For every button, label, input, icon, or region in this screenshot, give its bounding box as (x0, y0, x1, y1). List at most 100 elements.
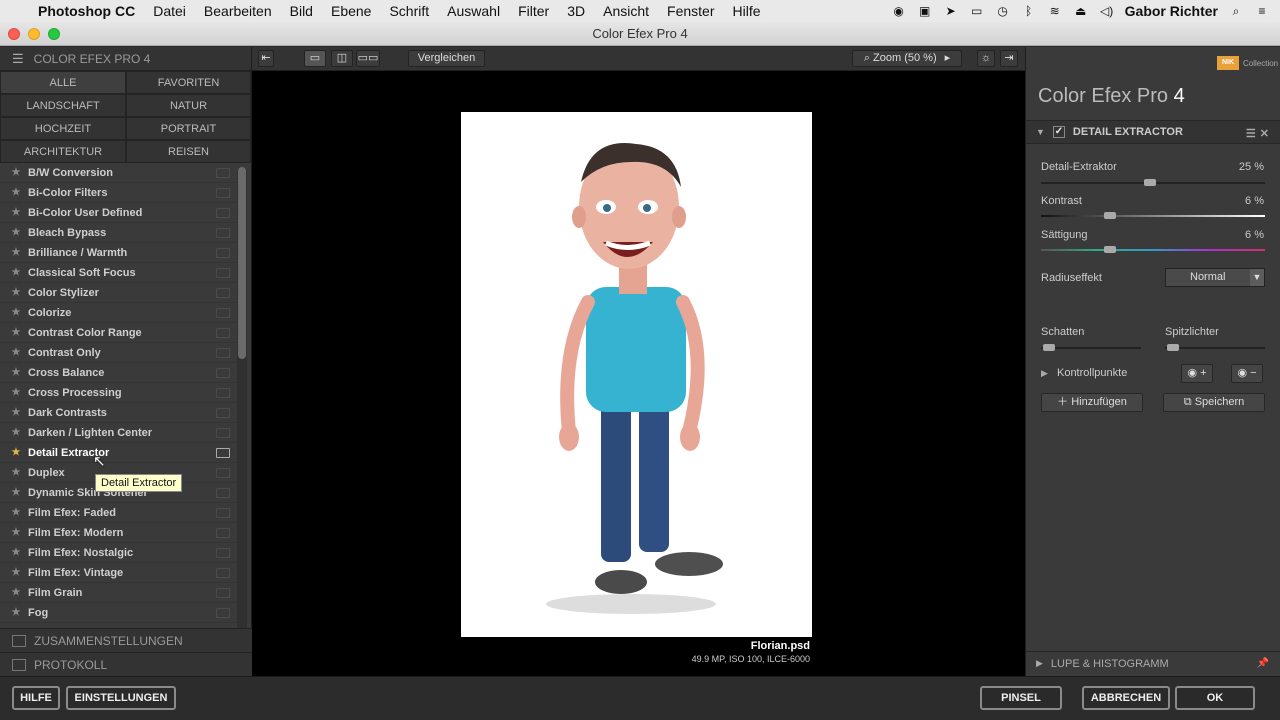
favorite-star-icon[interactable]: ★ (8, 507, 24, 518)
contrast-slider[interactable] (1041, 212, 1265, 219)
help-button[interactable]: HILFE (12, 686, 60, 710)
presets-icon[interactable] (216, 368, 230, 378)
filter-item[interactable]: ★ Color Stylizer (0, 283, 236, 303)
wifi-icon[interactable]: ≋ (1047, 4, 1063, 18)
detail-extractor-slider[interactable] (1041, 179, 1265, 186)
loupe-toggle-button[interactable]: ☼ (977, 50, 995, 67)
menu-3d[interactable]: 3D (558, 3, 594, 19)
presets-icon[interactable] (216, 608, 230, 618)
favorite-star-icon[interactable]: ★ (8, 227, 24, 238)
radius-dropdown[interactable]: Normal ▼ (1165, 268, 1265, 287)
menu-fenster[interactable]: Fenster (658, 3, 723, 19)
favorite-star-icon[interactable]: ★ (8, 587, 24, 598)
category-hochzeit[interactable]: HOCHZEIT (0, 117, 126, 140)
collapse-triangle-icon[interactable]: ▼ (1036, 127, 1045, 137)
favorite-star-icon[interactable]: ★ (8, 527, 24, 538)
battery-icon[interactable]: ▭ (969, 4, 985, 18)
menu-schrift[interactable]: Schrift (380, 3, 438, 19)
split-view-button[interactable]: ◫ (331, 50, 353, 67)
presets-icon[interactable] (216, 188, 230, 198)
brush-button[interactable]: PINSEL (980, 686, 1062, 710)
category-landschaft[interactable]: LANDSCHAFT (0, 94, 126, 117)
favorite-star-icon[interactable]: ★ (8, 387, 24, 398)
filter-item[interactable]: ★ Bleach Bypass (0, 223, 236, 243)
filter-item[interactable]: ★ Bi-Color User Defined (0, 203, 236, 223)
search-icon[interactable]: ⌕ (1228, 4, 1244, 18)
menu-list-icon[interactable]: ☰ (12, 51, 24, 67)
slider-knob[interactable] (1144, 179, 1156, 186)
add-controlpoint-button[interactable]: ◉ + (1181, 364, 1213, 383)
filter-item[interactable]: ★ Colorize (0, 303, 236, 323)
presets-icon[interactable] (216, 528, 230, 538)
presets-icon[interactable] (216, 228, 230, 238)
favorite-star-icon[interactable]: ★ (8, 347, 24, 358)
section-protokoll[interactable]: PROTOKOLL (0, 652, 252, 676)
menu-filter[interactable]: Filter (509, 3, 558, 19)
presets-icon[interactable] (216, 328, 230, 338)
presets-icon[interactable] (216, 408, 230, 418)
menu-ebene[interactable]: Ebene (322, 3, 380, 19)
favorite-star-icon[interactable]: ★ (8, 307, 24, 318)
filter-item[interactable]: ★ Cross Balance (0, 363, 236, 383)
favorite-star-icon[interactable]: ★ (8, 187, 24, 198)
category-reisen[interactable]: REISEN (126, 140, 251, 163)
bluetooth-icon[interactable]: ᛒ (1021, 4, 1037, 18)
favorite-star-icon[interactable]: ★ (8, 267, 24, 278)
favorite-star-icon[interactable]: ★ (8, 247, 24, 258)
favorite-star-icon[interactable]: ★ (8, 607, 24, 618)
filter-options-icons[interactable]: ☰✕ (1246, 127, 1273, 140)
presets-icon[interactable] (216, 508, 230, 518)
menu-user-name[interactable]: Gabor Richter (1125, 3, 1218, 19)
filter-item[interactable]: ★ Contrast Color Range (0, 323, 236, 343)
presets-icon[interactable] (216, 568, 230, 578)
menu-ansicht[interactable]: Ansicht (594, 3, 658, 19)
dashboard-icon[interactable]: ▣ (917, 4, 933, 18)
filter-item[interactable]: ★ Darken / Lighten Center (0, 423, 236, 443)
menu-auswahl[interactable]: Auswahl (438, 3, 509, 19)
category-architektur[interactable]: ARCHITEKTUR (0, 140, 126, 163)
side-by-side-button[interactable]: ▭▭ (356, 50, 380, 67)
category-portrait[interactable]: PORTRAIT (126, 117, 251, 140)
record-icon[interactable]: ◉ (891, 4, 907, 18)
settings-button[interactable]: EINSTELLUNGEN (66, 686, 176, 710)
zoom-button[interactable]: ⌕ Zoom (50 %) ▸ (852, 50, 962, 67)
loupe-histogram-section[interactable]: ▶ LUPE & HISTOGRAMM 📌 (1026, 651, 1280, 675)
panel-toggle-button[interactable]: ⇥ (1000, 50, 1018, 67)
favorite-star-icon[interactable]: ★ (8, 407, 24, 418)
favorite-star-icon[interactable]: ★ (8, 467, 24, 478)
presets-icon[interactable] (216, 468, 230, 478)
shadows-slider[interactable] (1041, 344, 1141, 351)
category-natur[interactable]: NATUR (126, 94, 251, 117)
presets-icon[interactable] (216, 428, 230, 438)
minimize-window-button[interactable] (28, 28, 40, 40)
menu-datei[interactable]: Datei (144, 3, 195, 19)
filter-item[interactable]: ★ Film Efex: Modern (0, 523, 236, 543)
favorite-star-icon[interactable]: ★ (8, 367, 24, 378)
remove-controlpoint-button[interactable]: ◉ − (1231, 364, 1263, 383)
filter-item[interactable]: ★ Detail Extractor (0, 443, 236, 463)
filter-item[interactable]: ★ Film Grain (0, 583, 236, 603)
browser-toggle-button[interactable]: ⇤ (258, 50, 274, 67)
presets-icon[interactable] (216, 348, 230, 358)
pin-icon[interactable]: 📌 (1257, 658, 1269, 669)
compare-button[interactable]: Vergleichen (408, 50, 485, 67)
menu-app-name[interactable]: Photoshop CC (29, 3, 144, 19)
presets-icon[interactable] (216, 548, 230, 558)
saturation-slider[interactable] (1041, 246, 1265, 253)
zoom-window-button[interactable] (48, 28, 60, 40)
presets-icon[interactable] (216, 168, 230, 178)
filter-item[interactable]: ★ Film Efex: Vintage (0, 563, 236, 583)
save-button[interactable]: ⧉ Speichern (1163, 393, 1265, 412)
favorite-star-icon[interactable]: ★ (8, 547, 24, 558)
favorite-star-icon[interactable]: ★ (8, 207, 24, 218)
presets-icon[interactable] (216, 308, 230, 318)
filter-item[interactable]: ★ Cross Processing (0, 383, 236, 403)
menu-bearbeiten[interactable]: Bearbeiten (195, 3, 281, 19)
presets-icon[interactable] (216, 268, 230, 278)
presets-icon[interactable] (216, 248, 230, 258)
volume-icon[interactable]: ◁) (1099, 4, 1115, 18)
category-favoriten[interactable]: FAVORITEN (126, 71, 251, 94)
filter-item[interactable]: ★ Classical Soft Focus (0, 263, 236, 283)
arrow-icon[interactable]: ➤ (943, 4, 959, 18)
favorite-star-icon[interactable]: ★ (8, 487, 24, 498)
